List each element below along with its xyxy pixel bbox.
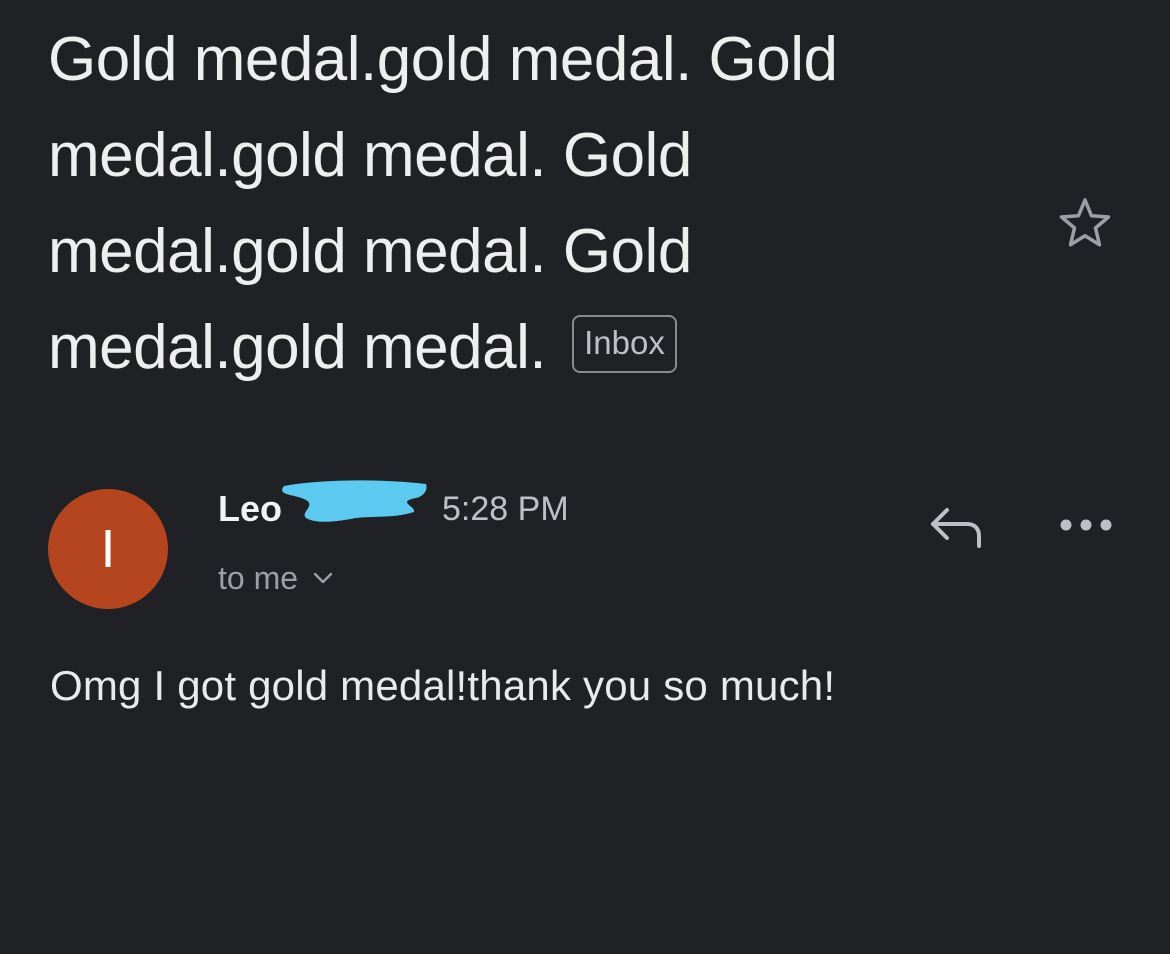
subject-line: medal.gold medal. Gold bbox=[48, 217, 692, 286]
subject-line-last: medal.gold medal. Inbox bbox=[48, 300, 1008, 396]
more-horizontal-icon bbox=[1060, 519, 1112, 531]
email-subject-section: Gold medal.gold medal. Gold medal.gold m… bbox=[48, 12, 1008, 396]
star-outline-icon bbox=[1059, 198, 1111, 247]
subject-line-text: medal.gold medal. bbox=[48, 313, 547, 382]
reply-icon bbox=[931, 508, 981, 548]
email-body: Omg I got gold medal!thank you so much! bbox=[50, 662, 836, 709]
message-time: 5:28 PM bbox=[442, 489, 569, 528]
sender-avatar[interactable]: I bbox=[48, 489, 168, 609]
avatar-initial: I bbox=[100, 519, 116, 579]
chevron-down-icon bbox=[312, 571, 334, 585]
inbox-label-badge[interactable]: Inbox bbox=[572, 314, 677, 373]
recipient-text: to me bbox=[218, 559, 299, 596]
subject-line: Gold medal.gold medal. Gold bbox=[48, 25, 838, 94]
email-subject: Gold medal.gold medal. Gold medal.gold m… bbox=[48, 12, 1008, 396]
more-options-button[interactable] bbox=[1050, 500, 1122, 550]
email-view: Gold medal.gold medal. Gold medal.gold m… bbox=[0, 0, 1170, 954]
sender-header: Leo 5:28 PM bbox=[218, 480, 569, 532]
subject-line: medal.gold medal. Gold bbox=[48, 121, 692, 190]
sender-name[interactable]: Leo bbox=[218, 488, 282, 530]
recipient-details-toggle[interactable]: to me bbox=[218, 556, 334, 600]
star-button[interactable] bbox=[1052, 190, 1118, 256]
reply-button[interactable] bbox=[920, 496, 992, 556]
redaction-scribble bbox=[282, 480, 427, 522]
